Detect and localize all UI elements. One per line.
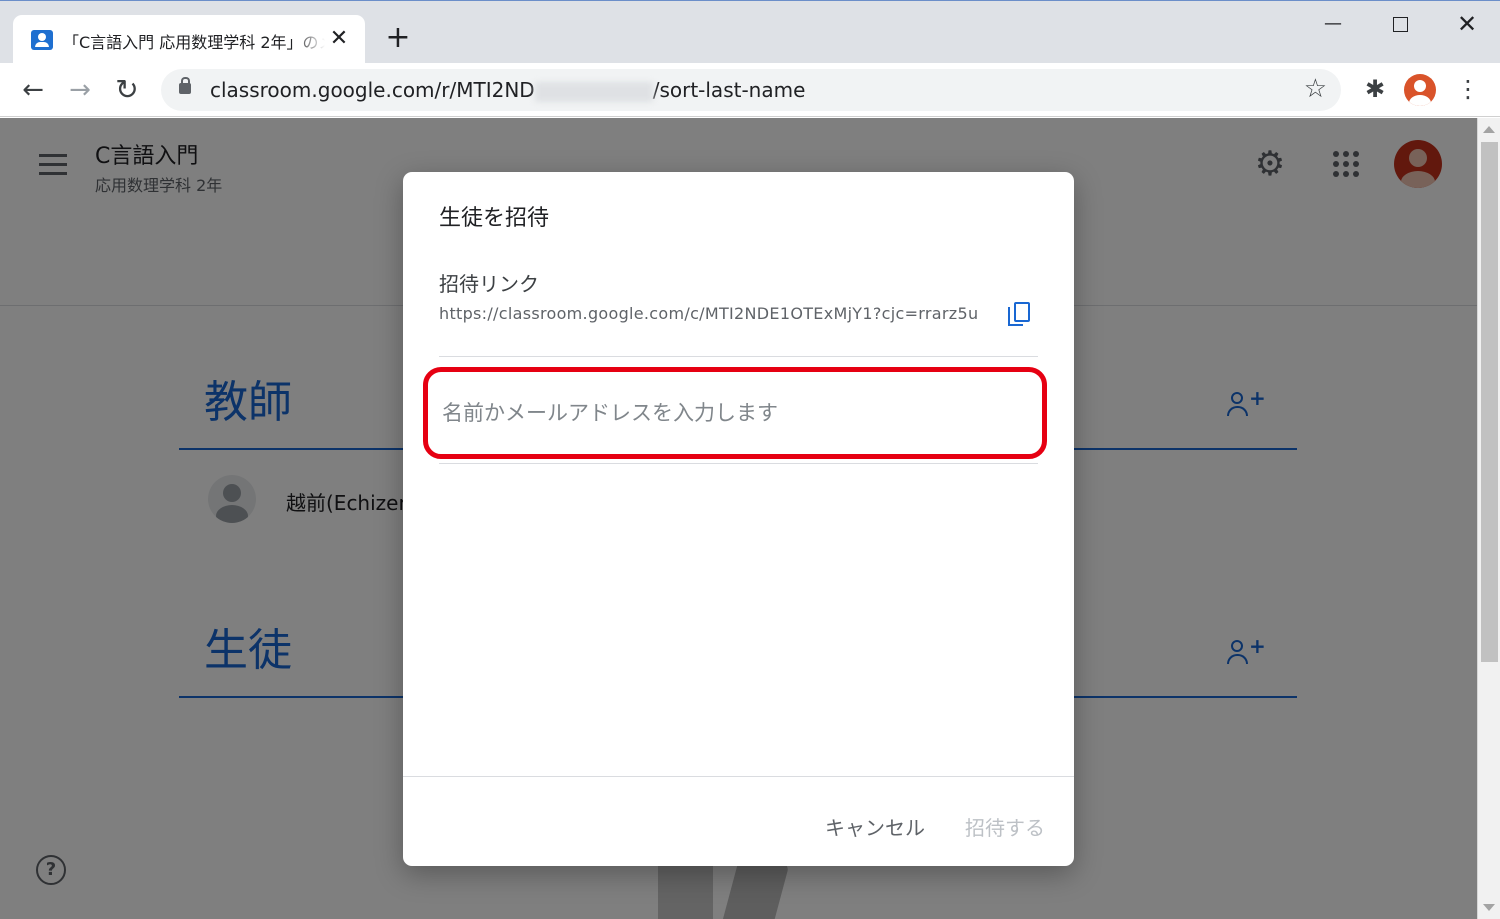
name-or-email-input[interactable] [442,396,1022,430]
profile-avatar-icon[interactable] [1404,74,1436,106]
invite-link-url[interactable]: https://classroom.google.com/c/MTI2NDE1O… [439,304,982,323]
lock-icon[interactable] [179,77,191,94]
reload-icon[interactable]: ↻ [110,73,144,107]
address-bar[interactable]: classroom.google.com/r/MTI2ND/sort-last-… [161,69,1341,111]
url-text[interactable]: classroom.google.com/r/MTI2ND/sort-last-… [210,78,805,102]
scroll-up-icon[interactable] [1483,126,1495,133]
browser-menu-icon[interactable]: ⋮ [1456,75,1480,103]
dialog-footer-divider [403,776,1074,777]
url-redacted-segment [534,81,653,102]
url-prefix: classroom.google.com/r/MTI2ND [210,78,535,102]
extensions-icon[interactable]: ✱ [1361,75,1389,103]
bookmark-star-icon[interactable]: ☆ [1304,74,1327,104]
invite-link-label: 招待リンク [439,272,539,296]
back-arrow-icon[interactable]: ← [16,73,50,107]
dialog-title: 生徒を招待 [439,206,550,231]
window-close-button[interactable]: ✕ [1447,7,1487,41]
classroom-favicon-icon [31,30,53,50]
copy-link-icon[interactable] [1008,302,1032,328]
window-minimize-button[interactable]: — [1313,7,1353,41]
browser-tab-strip: 「C言語入門 応用数理学科 2年」のメンバー ✕ + — ✕ [0,0,1500,64]
scroll-down-icon[interactable] [1483,904,1495,911]
new-tab-button[interactable]: + [385,23,411,53]
scroll-thumb[interactable] [1481,142,1498,662]
invite-button[interactable]: 招待する [965,812,1045,841]
window-maximize-button[interactable] [1380,7,1420,41]
browser-tab[interactable]: 「C言語入門 応用数理学科 2年」のメンバー ✕ [13,15,365,64]
browser-toolbar: ← → ↻ classroom.google.com/r/MTI2ND/sort… [0,63,1500,117]
dialog-divider [439,356,1038,357]
page-scrollbar[interactable] [1477,118,1500,919]
cancel-button[interactable]: キャンセル [825,812,925,841]
forward-arrow-icon[interactable]: → [63,73,97,107]
url-suffix: /sort-last-name [652,78,806,102]
invite-input-highlight[interactable] [423,367,1047,459]
tab-title: 「C言語入門 応用数理学科 2年」のメンバー [63,33,325,52]
invite-students-dialog: 生徒を招待 招待リンク https://classroom.google.com… [403,172,1074,866]
input-underline [439,463,1038,464]
maximize-icon [1392,16,1408,32]
tab-close-icon[interactable]: ✕ [327,26,351,52]
